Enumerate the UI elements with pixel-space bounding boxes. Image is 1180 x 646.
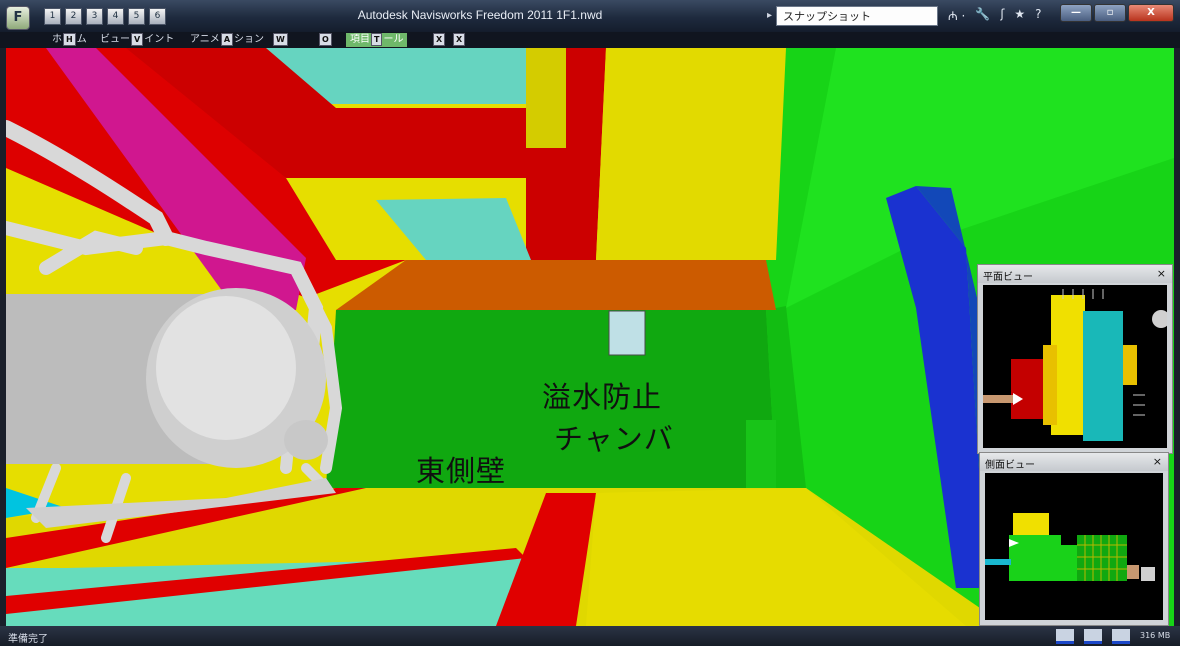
side-view-close-icon[interactable]: × [1153,455,1162,468]
server-progress-icon [1112,629,1130,644]
tab-animation-label: アニメ [190,34,220,45]
tab-viewpoint-label: ビュー [100,34,130,45]
qat-button-6[interactable]: 6 [149,8,166,25]
disk-progress-icon [1084,629,1102,644]
tab-item-tools-label: 項目 [350,34,370,45]
window-controls: — ▫ X [1060,4,1174,22]
label-chamber-line2: チャンバ [554,422,674,456]
tab-output[interactable]: O [318,33,333,47]
pencil-progress-icon [1056,629,1074,644]
keytip-extra-2: X [453,33,466,46]
tank-nozzle [284,420,328,460]
qat-button-3[interactable]: 3 [86,8,103,25]
label-chamber-line1: 溢水防止 [542,380,663,414]
chamber-panel [608,310,646,356]
keytip-home: H [63,33,76,46]
application-menu-button[interactable]: F [6,6,30,30]
search-placeholder: スナップショット [783,10,871,23]
keytip-item-tools: T [371,33,383,46]
quick-access-toolbar: 1 2 3 4 5 6 [44,8,166,25]
search-input[interactable]: ▸ スナップショット [767,6,938,26]
keytip-viewpoint: V [131,33,144,46]
side-view-canvas[interactable] [985,473,1163,620]
side-view-title: 側面ビュー [985,460,1035,471]
help-icon[interactable]: ? [1035,7,1041,24]
plan-view-close-icon[interactable]: × [1157,267,1166,280]
maximize-button[interactable]: ▫ [1094,4,1126,22]
status-text: 準備完了 [8,634,48,645]
tank-end-highlight [156,296,296,440]
keytip-animation: A [220,33,234,46]
binoculars-icon[interactable]: ₼ · [948,7,965,24]
ceiling-cyan-mid [376,198,531,260]
side-view-drawing [985,513,1155,581]
tab-view[interactable]: W [272,33,289,47]
title-bar: F 1 2 3 4 5 6 Autodesk Navisworks Freedo… [0,0,1180,32]
wrench-icon[interactable]: 🔧 [975,7,990,24]
close-button[interactable]: X [1128,4,1174,22]
tab-viewpoint[interactable]: ビュー V イント [100,33,174,47]
status-indicators [1056,629,1130,644]
keytip-extra-1: X [433,33,446,46]
tab-animation[interactable]: アニメ A ション [190,33,264,47]
tab-item-tools-suffix: ール [383,34,404,45]
tab-animation-suffix: ション [234,34,265,45]
qat-button-5[interactable]: 5 [128,8,145,25]
side-view-header[interactable]: 側面ビュー × [980,453,1168,471]
side-view-panel[interactable]: 側面ビュー × [979,452,1169,626]
ribbon-tab-row: ホHム ビュー V イント アニメ A ション W O 項目 T ール X X [0,32,1180,48]
minimize-button[interactable]: — [1060,4,1092,22]
plan-view-title: 平面ビュー [983,272,1033,283]
search-dropdown-icon[interactable]: ▸ [767,10,772,21]
favorites-star-icon[interactable]: ★ [1014,7,1025,24]
tab-extra-2[interactable]: X [452,33,466,47]
status-bar: 準備完了 316 MB [0,626,1180,646]
qat-button-4[interactable]: 4 [107,8,124,25]
orange-beam [336,260,776,310]
back-step [746,420,776,488]
plan-view-header[interactable]: 平面ビュー × [978,265,1172,283]
label-east-wall: 東側壁 [416,454,507,488]
hook-icon[interactable]: ʃ [1000,7,1004,24]
plan-view-canvas[interactable] [983,285,1167,448]
tab-extra-1[interactable]: X [432,33,446,47]
keytip-view: W [273,33,288,46]
tab-item-tools[interactable]: 項目 T ール [346,33,408,47]
plan-view-panel[interactable]: 平面ビュー × [977,264,1173,454]
tab-home-suffix: ム [76,34,87,45]
qat-button-2[interactable]: 2 [65,8,82,25]
plan-view-drawing [983,289,1167,441]
window-title: Autodesk Navisworks Freedom 2011 1F1.nwd [357,8,603,22]
memory-usage: 316 MB [1140,631,1171,640]
qat-button-1[interactable]: 1 [44,8,61,25]
keytip-output: O [319,33,332,46]
ceiling-yellow-main [596,48,786,260]
tab-viewpoint-suffix: イント [144,34,175,45]
tab-home[interactable]: ホHム [52,33,87,47]
tab-home-label: ホ [52,34,62,45]
help-toolbar: ₼ · 🔧 ʃ ★ ? [948,7,1041,24]
